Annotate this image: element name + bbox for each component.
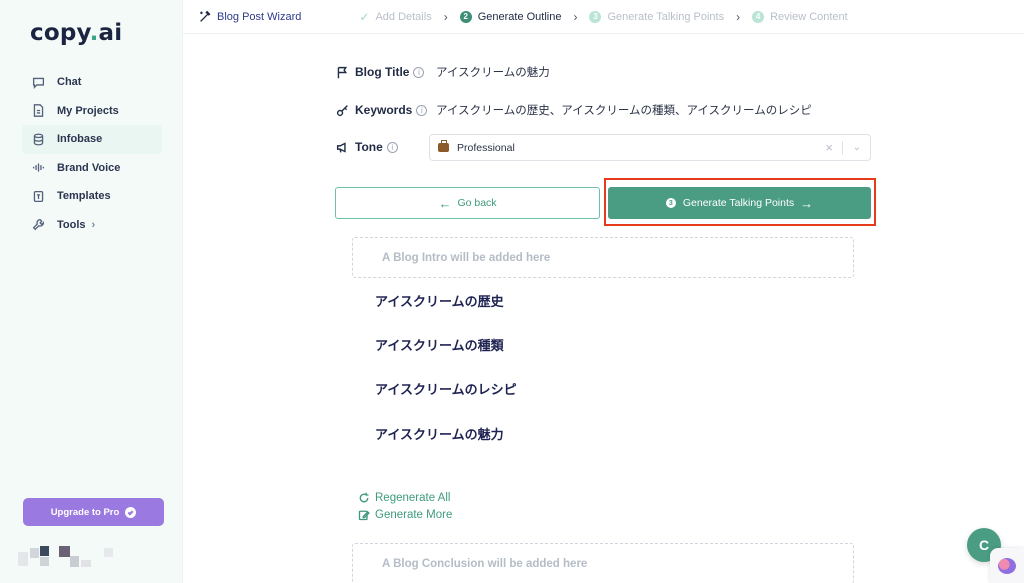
- check-badge-icon: [125, 506, 137, 518]
- sidebar: copy.ai Chat My Projects Infobase Brand …: [0, 0, 183, 583]
- tone-selected-value: Professional: [457, 141, 515, 154]
- tone-row: Tone i: [336, 140, 436, 154]
- sidebar-item-label: Brand Voice: [57, 161, 121, 174]
- key-icon: [336, 104, 348, 116]
- step-label: Generate Talking Points: [607, 10, 725, 23]
- briefcase-icon: [438, 140, 449, 152]
- go-back-label: Go back: [457, 197, 497, 209]
- magic-wand-icon: [200, 10, 211, 22]
- sidebar-item-label: My Projects: [57, 104, 119, 117]
- step-number-badge: 3: [665, 198, 676, 208]
- outline-heading[interactable]: アイスクリームの種類: [375, 335, 504, 354]
- keywords-row: Keywords i アイスクリームの歴史、アイスクリームの種類、アイスクリーム…: [336, 102, 812, 118]
- database-icon: [30, 131, 46, 147]
- keywords-value[interactable]: アイスクリームの歴史、アイスクリームの種類、アイスクリームのレシピ: [436, 102, 812, 118]
- brain-widget[interactable]: [990, 548, 1024, 583]
- flag-icon: [337, 66, 348, 78]
- step-generate-outline[interactable]: 2 Generate Outline: [459, 10, 562, 23]
- label-text: Tone: [355, 140, 383, 154]
- blog-title-row: Blog Title i アイスクリームの魅力: [336, 64, 550, 80]
- regenerate-label: Regenerate All: [375, 492, 451, 504]
- logo-text: copy: [30, 20, 90, 46]
- avatar[interactable]: [18, 546, 118, 568]
- document-icon: [30, 103, 46, 119]
- blog-conclusion-placeholder[interactable]: A Blog Conclusion will be added here: [352, 543, 854, 583]
- edit-icon: [358, 510, 370, 521]
- blog-intro-placeholder[interactable]: A Blog Intro will be added here: [352, 237, 854, 278]
- upgrade-label: Upgrade to Pro: [50, 506, 120, 518]
- wrench-icon: [30, 217, 46, 233]
- upgrade-to-pro-button[interactable]: Upgrade to Pro: [23, 498, 164, 526]
- step-label: Generate Outline: [477, 10, 562, 23]
- clear-icon[interactable]: ×: [825, 140, 833, 155]
- sidebar-item-templates[interactable]: Templates: [22, 182, 162, 211]
- arrow-left-icon: ←: [438, 195, 452, 211]
- select-divider: [842, 141, 843, 155]
- blog-title-value[interactable]: アイスクリームの魅力: [436, 64, 550, 80]
- step-label: Review Content: [770, 10, 848, 23]
- step-number: 4: [752, 10, 765, 23]
- keywords-label: Keywords i: [336, 103, 436, 117]
- wizard-steps: ✓ Add Details › 2 Generate Outline › 3 G…: [359, 10, 847, 24]
- copyai-logo[interactable]: copy.ai: [30, 20, 122, 46]
- sidebar-item-label: Templates: [57, 190, 111, 203]
- brain-icon: [998, 557, 1016, 574]
- megaphone-icon: [336, 141, 346, 153]
- chat-icon: [30, 74, 46, 90]
- generate-talking-points-button[interactable]: 3 Generate Talking Points →: [608, 187, 871, 219]
- outline-heading[interactable]: アイスクリームのレシピ: [375, 379, 517, 398]
- tone-label: Tone i: [336, 140, 436, 154]
- sidebar-item-my-projects[interactable]: My Projects: [22, 97, 162, 126]
- generate-more-label: Generate More: [375, 509, 453, 521]
- chevron-right-icon: ›: [443, 9, 448, 24]
- chevron-right-icon: ›: [573, 9, 578, 24]
- sidebar-item-label: Infobase: [57, 133, 103, 146]
- blog-title-label: Blog Title i: [336, 65, 436, 79]
- step-generate-talking-points[interactable]: 3 Generate Talking Points: [589, 10, 725, 23]
- wizard-label: Blog Post Wizard: [217, 10, 302, 23]
- label-text: Blog Title: [355, 65, 410, 79]
- info-icon[interactable]: i: [413, 66, 425, 78]
- regenerate-all-button[interactable]: Regenerate All: [358, 492, 450, 504]
- step-add-details[interactable]: ✓ Add Details: [359, 10, 431, 24]
- sidebar-item-brand-voice[interactable]: Brand Voice: [22, 154, 162, 183]
- generate-label: Generate Talking Points: [682, 197, 795, 209]
- refresh-icon: [359, 492, 369, 503]
- label-text: Keywords: [355, 103, 413, 117]
- generate-more-button[interactable]: Generate More: [358, 509, 452, 521]
- step-number: 3: [589, 10, 602, 23]
- sidebar-item-infobase[interactable]: Infobase: [22, 125, 162, 154]
- go-back-button[interactable]: ← Go back: [335, 187, 600, 219]
- sidebar-item-chat[interactable]: Chat: [22, 68, 162, 97]
- sidebar-item-tools[interactable]: Tools ›: [22, 211, 162, 240]
- chevron-right-icon: ›: [736, 9, 741, 24]
- check-icon: ✓: [359, 9, 370, 24]
- template-icon: [30, 188, 46, 204]
- step-number: 2: [459, 10, 472, 23]
- info-icon[interactable]: i: [386, 141, 398, 153]
- arrow-right-icon: →: [800, 195, 814, 211]
- step-review-content[interactable]: 4 Review Content: [752, 10, 848, 23]
- blog-post-wizard-title: Blog Post Wizard: [199, 10, 301, 23]
- sidebar-nav: Chat My Projects Infobase Brand Voice Te…: [22, 68, 162, 239]
- sidebar-item-label: Tools: [57, 218, 86, 231]
- step-label: Add Details: [375, 10, 432, 23]
- outline-heading[interactable]: アイスクリームの歴史: [375, 291, 504, 310]
- chevron-down-icon[interactable]: ⌄: [853, 142, 861, 153]
- logo-suffix: ai: [98, 20, 123, 46]
- sidebar-item-label: Chat: [57, 76, 82, 89]
- info-icon[interactable]: i: [416, 104, 428, 116]
- soundwave-icon: [30, 160, 46, 176]
- logo-dot: .: [89, 20, 99, 46]
- chevron-right-icon: ›: [91, 218, 96, 231]
- outline-heading[interactable]: アイスクリームの魅力: [375, 424, 504, 443]
- wizard-step-bar: Blog Post Wizard ✓ Add Details › 2 Gener…: [183, 0, 1024, 34]
- tone-select[interactable]: Professional × ⌄: [429, 134, 871, 161]
